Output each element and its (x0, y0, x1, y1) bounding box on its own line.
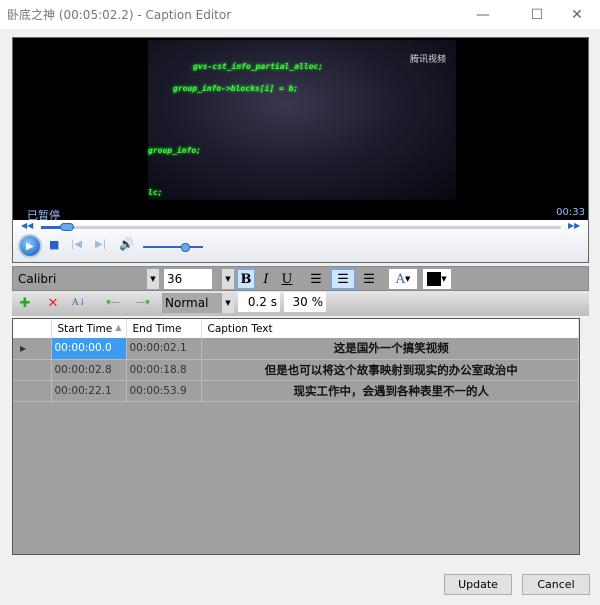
move-up-icon[interactable]: —▾ (134, 293, 152, 313)
stop-icon[interactable]: ■ (49, 238, 59, 251)
edit-toolbar: ✚ ✕ A↓ ▾— —▾ Normal ▼ 0.2 s 30 % (12, 291, 589, 316)
cell-caption-text[interactable]: 这是国外一个搞笑视频 (201, 338, 579, 360)
grid-header: Start Time ▲ End Time Caption Text (13, 319, 579, 338)
video-frame[interactable]: gvs-cst_info_partial_alloc; group_info->… (148, 40, 456, 200)
color-swatch (427, 272, 442, 286)
playback-time: 00:33 (556, 207, 585, 218)
table-row[interactable]: 00:00:22.1 00:00:53.9 现实工作中，会遇到各种表里不一的人 (13, 380, 579, 402)
italic-button[interactable]: I (257, 269, 275, 289)
rewind-icon[interactable]: ◀◀ (21, 221, 33, 230)
volume-knob[interactable] (181, 243, 190, 252)
move-down-icon[interactable]: ▾— (104, 293, 122, 313)
cell-end-time[interactable]: 00:00:18.8 (126, 359, 202, 381)
underline-button[interactable]: U (278, 269, 296, 289)
column-caption-text[interactable]: Caption Text (201, 319, 579, 338)
opacity-input[interactable]: 30 % (284, 292, 326, 312)
align-left-icon[interactable]: ☰ (305, 269, 327, 289)
format-toolbar: Calibri ▼ 36 ▼ B I U ☰ ☰ ☰ A ▼ ▼ (12, 266, 589, 291)
font-size-input[interactable]: 36 (164, 269, 212, 289)
fast-forward-icon[interactable]: ▶▶ (568, 221, 580, 230)
column-end-time[interactable]: End Time (126, 319, 202, 338)
title-bar: 卧底之神 (00:05:02.2) - Caption Editor — ☐ ✕ (0, 0, 600, 29)
add-caption-icon[interactable]: ✚ (16, 293, 34, 313)
row-header[interactable] (13, 359, 52, 381)
video-code-line: lc; (148, 188, 163, 197)
duration-input[interactable]: 0.2 s (238, 292, 280, 312)
video-logo: 腾讯视频 (409, 55, 446, 65)
bold-button[interactable]: B (237, 269, 255, 289)
style-select[interactable]: Normal (162, 293, 222, 313)
cell-caption-text[interactable]: 现实工作中，会遇到各种表里不一的人 (201, 380, 579, 402)
next-icon[interactable]: ▶| (95, 239, 106, 250)
player-controls: ◀◀ ▶▶ ▶ ■ |◀ ▶| 🔊 (13, 220, 588, 262)
table-row[interactable]: 00:00:02.8 00:00:18.8 但是也可以将这个故事映射到现实的办公… (13, 359, 579, 381)
cell-caption-text[interactable]: 但是也可以将这个故事映射到现实的办公室政治中 (201, 359, 579, 381)
sort-az-icon[interactable]: A↓ (70, 293, 88, 313)
video-code-line: group_info; (148, 146, 201, 155)
table-row[interactable]: ▶ 00:00:00.0 00:00:02.1 这是国外一个搞笑视频 (13, 338, 579, 360)
window-title: 卧底之神 (00:05:02.2) - Caption Editor (7, 8, 232, 22)
chevron-down-icon[interactable]: ▼ (222, 269, 234, 289)
volume-icon[interactable]: 🔊 (119, 237, 134, 251)
play-button[interactable]: ▶ (18, 234, 42, 258)
chevron-down-icon[interactable]: ▼ (147, 269, 159, 289)
align-right-icon[interactable]: ☰ (358, 269, 380, 289)
column-start-time[interactable]: Start Time ▲ (51, 319, 127, 338)
seek-knob[interactable] (60, 223, 74, 231)
font-color-button[interactable]: A ▼ (389, 269, 417, 289)
update-button[interactable]: Update (444, 574, 512, 595)
font-color-icon: A (395, 271, 405, 287)
row-header[interactable] (13, 380, 52, 402)
row-header[interactable]: ▶ (13, 338, 52, 360)
video-code-line: group_info->blocks[i] = b; (173, 84, 299, 93)
cell-end-time[interactable]: 00:00:53.9 (126, 380, 202, 402)
minimize-button[interactable]: — (460, 0, 506, 29)
video-player[interactable]: gvs-cst_info_partial_alloc; group_info->… (12, 37, 589, 263)
close-button[interactable]: ✕ (554, 0, 600, 29)
font-select[interactable]: Calibri (15, 269, 161, 289)
previous-icon[interactable]: |◀ (71, 239, 82, 250)
seek-bar[interactable] (41, 223, 561, 231)
cell-end-time[interactable]: 00:00:02.1 (126, 338, 202, 360)
play-icon: ▶ (26, 240, 34, 252)
cell-start-time[interactable]: 00:00:02.8 (51, 359, 127, 381)
cancel-button[interactable]: Cancel (522, 574, 590, 595)
align-center-icon[interactable]: ☰ (331, 269, 355, 289)
background-color-button[interactable]: ▼ (423, 269, 451, 289)
caption-grid: Start Time ▲ End Time Caption Text ▶ 00:… (12, 318, 580, 555)
volume-slider[interactable] (143, 243, 203, 252)
sort-ascending-icon: ▲ (115, 322, 122, 332)
delete-caption-icon[interactable]: ✕ (44, 293, 62, 313)
chevron-down-icon[interactable]: ▼ (222, 293, 234, 313)
current-row-icon: ▶ (20, 344, 27, 354)
cell-start-time[interactable]: 00:00:00.0 (51, 338, 127, 360)
cell-start-time[interactable]: 00:00:22.1 (51, 380, 127, 402)
video-code-line: gvs-cst_info_partial_alloc; (193, 62, 324, 71)
